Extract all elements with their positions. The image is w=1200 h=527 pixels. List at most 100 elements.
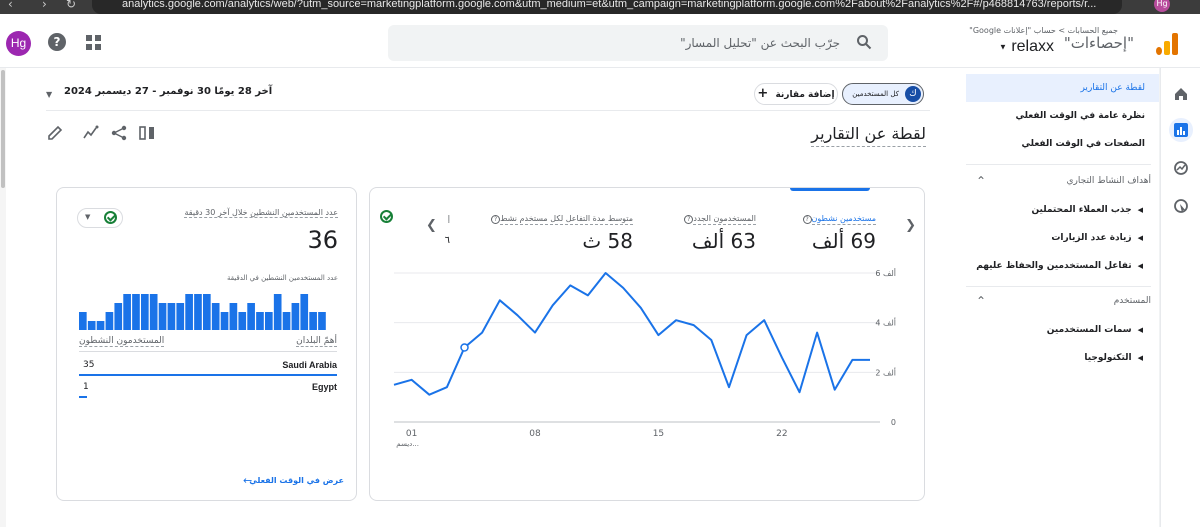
nav-label: التكنولوجيا	[1084, 353, 1132, 363]
share-icon[interactable]	[110, 124, 128, 142]
minute-bar[interactable]	[300, 294, 309, 330]
chevron-left-icon[interactable]: ❮	[426, 218, 437, 233]
property-selector[interactable]: ▼ relaxx	[999, 38, 1054, 56]
series-line	[393, 272, 870, 396]
insights-icon[interactable]	[82, 124, 100, 142]
minute-bar[interactable]	[87, 321, 96, 330]
section-title: المستخدم	[1113, 296, 1151, 306]
data-point[interactable]	[460, 343, 469, 352]
minute-bar[interactable]	[247, 303, 255, 330]
view-realtime-link[interactable]: عرض في الوقت الفعلي	[249, 476, 344, 485]
minute-bar[interactable]	[282, 312, 291, 330]
apps-icon[interactable]	[86, 35, 101, 50]
minute-bar[interactable]	[158, 303, 167, 330]
minute-bar[interactable]	[176, 303, 185, 330]
browser-profile-avatar[interactable]: Hg	[1154, 0, 1170, 12]
minute-bar[interactable]	[309, 312, 317, 330]
minute-bar[interactable]	[132, 294, 140, 330]
help-icon[interactable]: ?	[684, 215, 694, 224]
minute-bar[interactable]	[291, 303, 300, 330]
analytics-logo[interactable]	[1156, 33, 1178, 55]
add-comparison-button[interactable]: إضافة مقارنة +	[754, 83, 838, 105]
chevron-down-icon[interactable]: ▼	[46, 90, 52, 99]
chevron-up-icon: ⌃	[976, 294, 987, 308]
date-range-selector[interactable]: آخر 28 يومًا 30 نوفمبر - 27 ديسمبر 2024	[64, 86, 272, 97]
help-icon[interactable]: ?	[48, 33, 66, 51]
minute-bar[interactable]	[256, 312, 264, 330]
minute-bar[interactable]	[96, 321, 105, 330]
nav-item-tech[interactable]: ◀ التكنولوجيا	[966, 344, 1143, 372]
metric-label: متوسط مدة التفاعل لكل مستخدم نشط	[500, 214, 633, 225]
search-icon	[857, 35, 872, 50]
minute-bar[interactable]	[194, 294, 202, 330]
report-toolbar	[46, 124, 166, 144]
minute-bar[interactable]	[123, 294, 131, 330]
avatar[interactable]: Hg	[6, 31, 31, 56]
nav-section-user[interactable]: المستخدم ⌃	[966, 288, 1151, 314]
advertising-icon[interactable]	[1169, 194, 1193, 218]
caret-icon: ◀	[1137, 262, 1143, 270]
minute-bar[interactable]	[141, 294, 149, 330]
search-input[interactable]: جرّب البحث عن "تحليل المسار"	[388, 25, 888, 61]
x-tick-label: 08	[529, 429, 541, 439]
main-content: ▼ آخر 28 يومًا 30 نوفمبر - 27 ديسمبر 202…	[6, 68, 960, 527]
edit-icon[interactable]	[46, 124, 64, 142]
nav-item-traffic[interactable]: ◀ زيادة عدد الزيارات	[966, 224, 1143, 252]
scrollbar-thumb[interactable]	[1, 70, 5, 188]
check-circle-icon[interactable]	[380, 210, 393, 223]
reports-icon[interactable]	[1169, 118, 1193, 142]
divider	[46, 110, 930, 111]
minute-bar[interactable]	[211, 303, 220, 330]
metric-active-users[interactable]: مستخدمين نشطون? 69 ألف	[801, 206, 876, 253]
minute-bar[interactable]	[318, 312, 326, 330]
share-bar	[79, 396, 87, 398]
per-minute-label: عدد المستخدمين النشطين في الدقيقة	[226, 274, 338, 282]
nav-item-realtime-pages[interactable]: الصفحات في الوقت الفعلي	[966, 130, 1151, 158]
report-nav-panel: لقطة عن التقارير نظرة عامة في الوقت الفع…	[960, 68, 1160, 527]
product-name: "إحصاءات"	[1063, 34, 1134, 52]
help-icon[interactable]: ?	[491, 215, 501, 224]
minute-bar[interactable]	[79, 312, 87, 330]
segment-chip[interactable]: ك كل المستخدمين	[842, 83, 924, 105]
minute-bar[interactable]	[273, 294, 282, 330]
compare-columns-icon[interactable]	[138, 124, 156, 142]
minute-bar[interactable]	[265, 312, 273, 330]
minute-bar[interactable]	[203, 294, 211, 330]
nav-item-leads[interactable]: ◀ جذب العملاء المحتملين	[966, 196, 1143, 224]
metric-new-users[interactable]: المستخدمون الجدد? 63 ألف	[682, 206, 756, 253]
minute-bar[interactable]	[238, 312, 247, 330]
forward-icon[interactable]: ›	[42, 0, 47, 11]
chevron-right-icon[interactable]: ❯	[905, 218, 916, 233]
minute-bar[interactable]	[114, 303, 123, 330]
caret-icon: ◀	[1137, 206, 1143, 214]
arrow-left-icon[interactable]: ←	[243, 474, 252, 487]
nav-item-engagement-retention[interactable]: ◀ تفاعل المستخدمين والحفاظ عليهم	[966, 252, 1143, 280]
minute-bar[interactable]	[229, 303, 238, 330]
minute-bar[interactable]	[105, 312, 114, 330]
nav-item-reports-snapshot[interactable]: لقطة عن التقارير	[966, 74, 1159, 102]
chevron-down-icon: ▼	[85, 213, 91, 221]
home-icon[interactable]	[1169, 82, 1193, 106]
help-icon[interactable]: ?	[802, 215, 812, 224]
browser-bar: ‹ › ↻ analytics.google.com/analytics/web…	[0, 0, 1200, 14]
reload-icon[interactable]: ↻	[66, 0, 76, 11]
realtime-card-menu[interactable]: ▼	[77, 208, 123, 228]
nav-item-realtime-overview[interactable]: نظرة عامة في الوقت الفعلي	[966, 102, 1151, 130]
search-placeholder: جرّب البحث عن "تحليل المسار"	[680, 36, 840, 50]
minute-bar[interactable]	[220, 312, 229, 330]
address-bar[interactable]: analytics.google.com/analytics/web/?utm_…	[92, 0, 1122, 14]
line-chart: 0 2 ألف 4 ألف 6 ألف 01ديسم... 08 15 22	[393, 268, 896, 448]
metric-partial[interactable]: إ ٦	[445, 206, 450, 246]
minute-bar[interactable]	[185, 294, 193, 330]
column-header-users: المستخدمون النشطون	[79, 336, 165, 347]
chevron-down-icon: ▼	[998, 42, 1007, 52]
y-tick-label: 4 ألف	[875, 318, 896, 328]
minute-bar[interactable]	[167, 303, 176, 330]
metric-engagement-time[interactable]: متوسط مدة التفاعل لكل مستخدم نشط? 58 ث	[489, 206, 633, 253]
metric-value: ٦	[444, 235, 450, 246]
nav-section-business-objectives[interactable]: أهداف النشاط التجاري ⌃	[966, 168, 1151, 194]
back-icon[interactable]: ‹	[8, 0, 13, 11]
nav-item-user-attributes[interactable]: ◀ سمات المستخدمين	[966, 316, 1143, 344]
explore-icon[interactable]	[1169, 156, 1193, 180]
minute-bar[interactable]	[149, 294, 158, 330]
